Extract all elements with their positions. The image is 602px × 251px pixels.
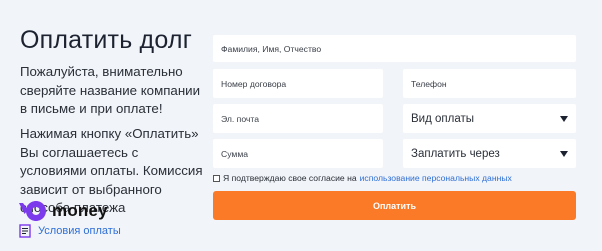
amount-input[interactable] xyxy=(221,148,383,159)
email-field[interactable] xyxy=(213,104,383,133)
personal-data-link[interactable]: использование персональных данных xyxy=(360,173,512,183)
consent-text: Я подтверждаю свое согласие на xyxy=(223,173,357,183)
contract-number-field[interactable] xyxy=(213,69,383,98)
document-icon xyxy=(19,224,31,238)
info-panel: Оплатить долг Пожалуйста, внимательно св… xyxy=(0,0,205,251)
pay-via-select[interactable]: Заплатить через xyxy=(403,139,576,168)
contract-number-input[interactable] xyxy=(221,78,383,89)
payment-type-value: Вид оплаты xyxy=(411,112,475,125)
amount-field[interactable] xyxy=(213,139,383,168)
page-title: Оплатить долг xyxy=(20,26,193,54)
chevron-down-icon xyxy=(560,115,568,122)
consent-checkbox[interactable] xyxy=(213,174,220,182)
brand-logo: money xyxy=(19,200,108,222)
full-name-field[interactable] xyxy=(213,35,576,62)
payment-type-select[interactable]: Вид оплаты xyxy=(403,104,576,133)
consent-row: Я подтверждаю свое согласие на использов… xyxy=(213,173,512,183)
phone-input[interactable] xyxy=(411,78,576,89)
phone-field[interactable] xyxy=(403,69,576,98)
email-input[interactable] xyxy=(221,113,383,124)
pay-via-value: Заплатить через xyxy=(411,147,500,160)
yoomoney-logo-icon xyxy=(19,201,46,221)
pay-button[interactable]: Оплатить xyxy=(213,191,576,220)
full-name-input[interactable] xyxy=(221,43,576,54)
terms-link[interactable]: Условия оплаты xyxy=(19,224,121,238)
brand-name: money xyxy=(52,201,108,220)
intro-text: Пожалуйста, внимательно сверяйте названи… xyxy=(20,64,201,116)
terms-link-label[interactable]: Условия оплаты xyxy=(38,225,121,237)
chevron-down-icon xyxy=(560,150,568,157)
